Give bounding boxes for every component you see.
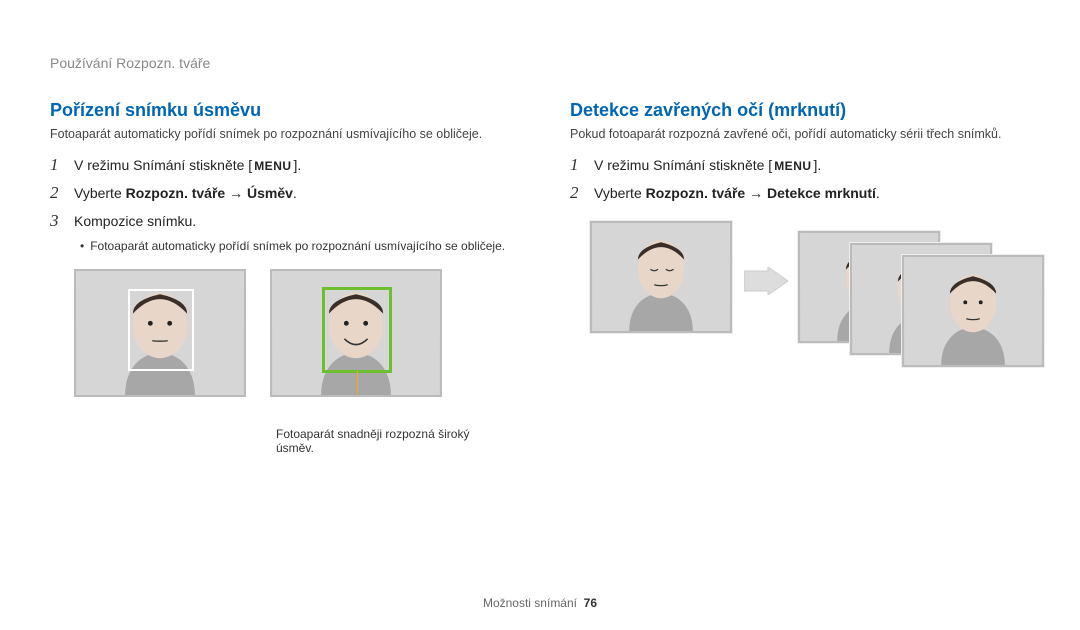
step-number: 1 [570,155,594,175]
menu-path-bold: Rozpozn. tváře → Detekce mrknutí [646,185,876,201]
face-illustration [592,223,730,331]
lead-smile: Fotoaparát automaticky pořídí snímek po … [50,127,510,141]
step-text: Vyberte [74,185,126,201]
lead-blink: Pokud fotoaparát rozpozná zavřené oči, p… [570,127,1030,141]
step-number: 3 [50,211,74,231]
step-1-left: 1 V režimu Snímání stiskněte [MENU]. [50,155,510,175]
step-text: V režimu Snímání stiskněte [ [74,157,252,173]
step-text: ]. [294,157,302,173]
step-note-text: Fotoaparát automaticky pořídí snímek po … [90,239,505,253]
arrow-icon [744,267,788,300]
page-footer: Možnosti snímání 76 [0,596,1080,610]
menu-path-bold: Rozpozn. tváře → Úsměv [126,185,293,201]
footer-page-number: 76 [584,596,597,610]
step-2-left: 2 Vyberte Rozpozn. tváře → Úsměv. [50,183,510,203]
step-text: . [876,185,880,201]
footer-section: Možnosti snímání [483,596,577,610]
face-detect-box-active [322,287,392,373]
step-text: Vyberte [594,185,646,201]
step-text: ]. [814,157,822,173]
sample-photo-neutral [74,269,246,397]
step-number: 1 [50,155,74,175]
face-detect-box [128,289,194,371]
blink-burst-group [590,221,1030,401]
smile-image-row [74,269,510,397]
heading-blink: Detekce zavřených očí (mrknutí) [570,100,1030,121]
step-1-right: 1 V režimu Snímání stiskněte [MENU]. [570,155,1030,175]
step-text: V režimu Snímání stiskněte [ [594,157,772,173]
column-smile: Pořízení snímku úsměvu Fotoaparát automa… [50,100,510,455]
callout-line [357,371,358,397]
menu-button-icon: MENU [772,159,813,173]
smile-caption: Fotoaparát snadněji rozpozná široký úsmě… [276,427,486,455]
sample-photo-eyes-closed [590,221,732,333]
sample-photo-smile [270,269,442,397]
burst-frame-3 [902,255,1044,367]
step-3-left: 3 Kompozice snímku. [50,211,510,231]
column-blink: Detekce zavřených očí (mrknutí) Pokud fo… [570,100,1030,455]
step-number: 2 [50,183,74,203]
step-text: Kompozice snímku. [74,213,510,229]
step-number: 2 [570,183,594,203]
step-text: . [293,185,297,201]
face-illustration [904,257,1042,365]
step-2-right: 2 Vyberte Rozpozn. tváře → Detekce mrknu… [570,183,1030,203]
running-head: Používání Rozpozn. tváře [50,55,210,71]
menu-button-icon: MENU [252,159,293,173]
heading-smile: Pořízení snímku úsměvu [50,100,510,121]
step-3-note: Fotoaparát automaticky pořídí snímek po … [80,239,510,253]
